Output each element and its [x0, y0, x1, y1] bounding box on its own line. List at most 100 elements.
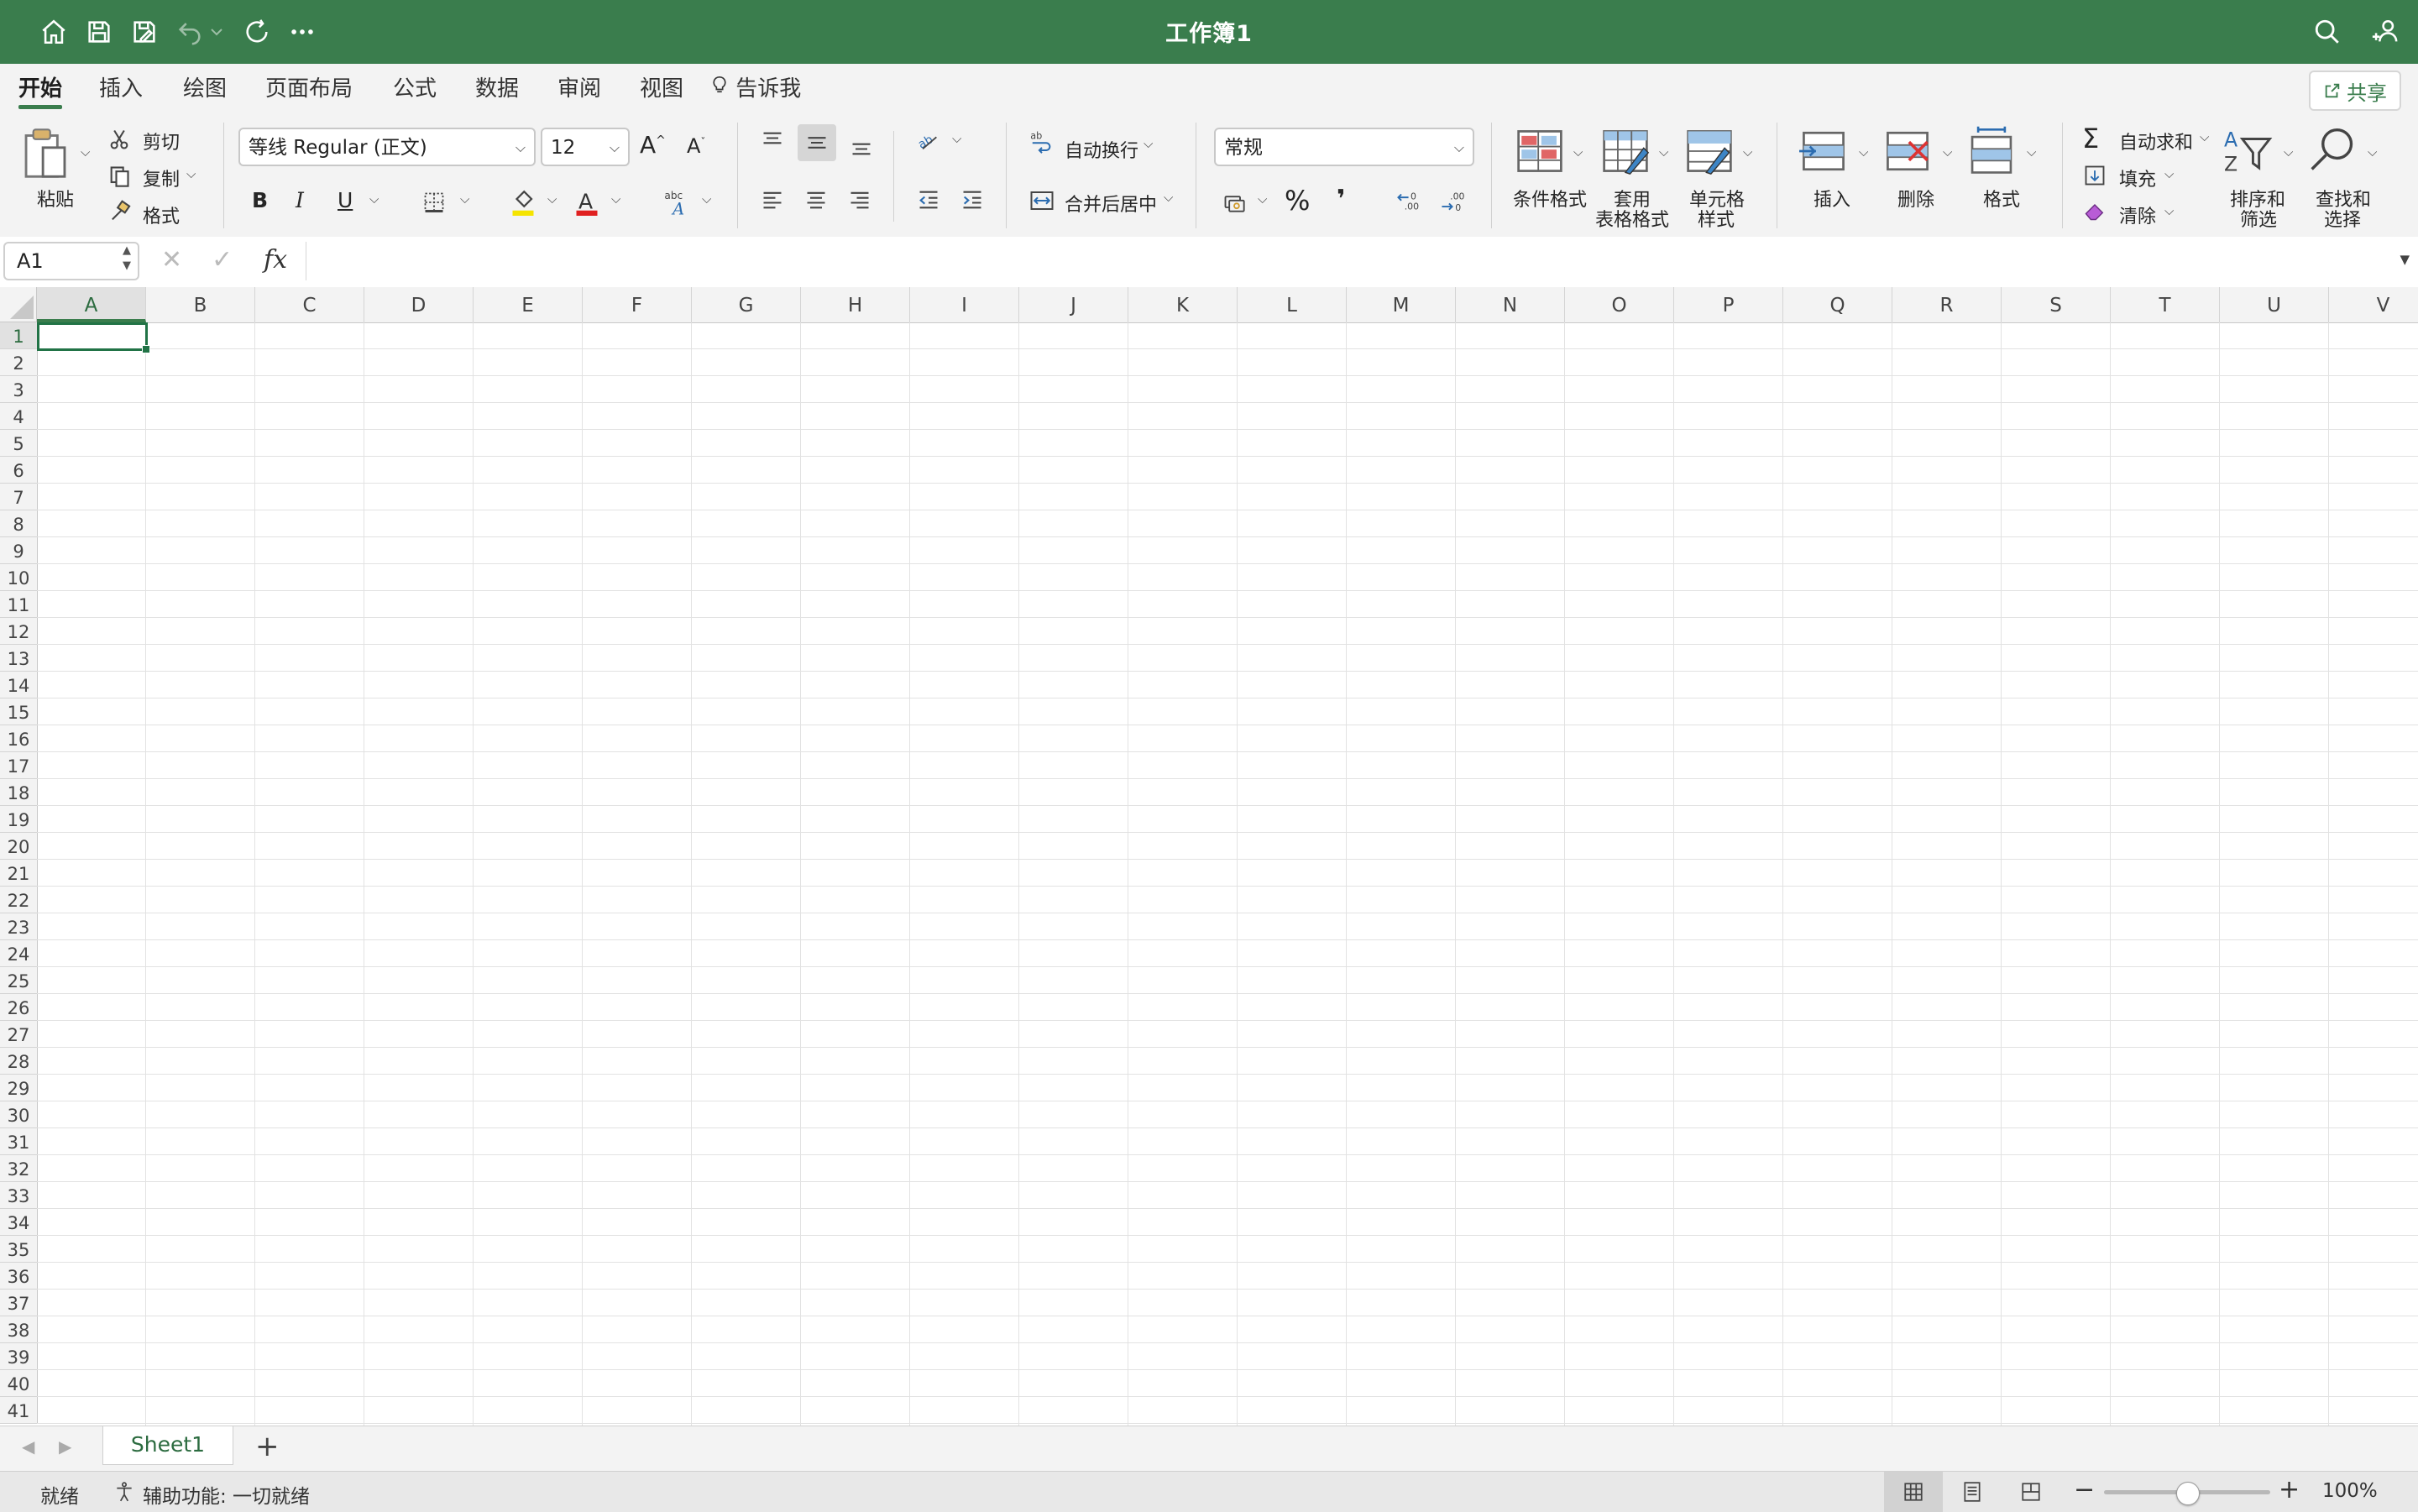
column-header-p[interactable]: P: [1674, 287, 1783, 322]
active-cell[interactable]: [37, 322, 150, 353]
sort-filter-dropdown-icon[interactable]: ⌵: [2284, 144, 2293, 160]
row-header-20[interactable]: 20: [0, 833, 37, 860]
format-cells-label[interactable]: 格式: [1983, 185, 2020, 212]
autosum-icon[interactable]: Σ: [2082, 123, 2099, 154]
column-header-d[interactable]: D: [364, 287, 474, 322]
column-header-t[interactable]: T: [2111, 287, 2220, 322]
page-layout-view-icon[interactable]: [1943, 1472, 2002, 1512]
row-header-16[interactable]: 16: [0, 725, 37, 752]
search-icon[interactable]: [2311, 15, 2344, 49]
font-color-icon[interactable]: A: [573, 186, 601, 220]
borders-dropdown-icon[interactable]: ⌵: [460, 191, 469, 207]
row-header-10[interactable]: 10: [0, 564, 37, 591]
row-header-40[interactable]: 40: [0, 1370, 37, 1397]
tab-formulas[interactable]: 公式: [393, 72, 437, 109]
row-header-31[interactable]: 31: [0, 1128, 37, 1155]
decrease-font-size-icon[interactable]: Aˇ: [687, 134, 705, 158]
zoom-out-button[interactable]: −: [2074, 1475, 2095, 1504]
name-box-stepper-icon[interactable]: ▲ ▼: [123, 243, 131, 274]
tell-me[interactable]: 告诉我: [710, 72, 801, 109]
fill-color-dropdown-icon[interactable]: ⌵: [547, 191, 557, 207]
fill-icon[interactable]: [2080, 161, 2109, 190]
row-header-25[interactable]: 25: [0, 967, 37, 994]
column-header-e[interactable]: E: [474, 287, 583, 322]
tab-home[interactable]: 开始: [18, 72, 63, 109]
underline-button[interactable]: U: [338, 188, 353, 212]
phonetic-icon[interactable]: abc A: [660, 186, 693, 220]
number-format-select[interactable]: 常规 ⌵: [1214, 128, 1474, 166]
format-painter-icon[interactable]: [104, 196, 134, 227]
page-break-view-icon[interactable]: [2002, 1472, 2060, 1512]
row-header-7[interactable]: 7: [0, 484, 37, 510]
enter-icon[interactable]: ✓: [212, 245, 233, 275]
merge-center-button[interactable]: 合并后居中: [1065, 190, 1157, 217]
row-header-2[interactable]: 2: [0, 349, 37, 376]
merge-center-icon[interactable]: [1026, 185, 1058, 217]
cancel-icon[interactable]: ✕: [161, 245, 182, 275]
expand-formula-bar-icon[interactable]: ▼: [2400, 252, 2410, 267]
row-header-35[interactable]: 35: [0, 1236, 37, 1263]
font-name-select[interactable]: 等线 Regular (正文) ⌵: [238, 128, 536, 166]
orientation-icon[interactable]: ab: [913, 126, 944, 156]
font-color-dropdown-icon[interactable]: ⌵: [611, 191, 620, 207]
decrease-indent-icon[interactable]: [913, 185, 944, 215]
format-cells-icon[interactable]: [1965, 124, 2018, 176]
tab-view[interactable]: 视图: [640, 72, 683, 109]
conditional-formatting-dropdown-icon[interactable]: ⌵: [1573, 144, 1583, 160]
accessibility-icon[interactable]: [111, 1478, 138, 1505]
sheet-tab-sheet1[interactable]: Sheet1: [102, 1426, 233, 1465]
align-center-icon[interactable]: [801, 185, 831, 215]
row-header-34[interactable]: 34: [0, 1209, 37, 1236]
sort-filter-label-2[interactable]: 筛选: [2240, 205, 2277, 232]
select-all-corner[interactable]: [0, 287, 37, 322]
merge-center-dropdown-icon[interactable]: ⌵: [1164, 190, 1173, 205]
paste-button[interactable]: [20, 124, 71, 183]
align-right-icon[interactable]: [845, 185, 875, 215]
clear-dropdown-icon[interactable]: ⌵: [2164, 203, 2174, 218]
wrap-text-button[interactable]: 自动换行: [1065, 136, 1138, 163]
row-header-29[interactable]: 29: [0, 1075, 37, 1101]
column-header-s[interactable]: S: [2002, 287, 2111, 322]
insert-cells-label[interactable]: 插入: [1814, 185, 1850, 212]
row-header-12[interactable]: 12: [0, 618, 37, 645]
row-header-21[interactable]: 21: [0, 860, 37, 887]
column-header-v[interactable]: V: [2329, 287, 2418, 322]
row-header-9[interactable]: 9: [0, 537, 37, 564]
row-header-27[interactable]: 27: [0, 1021, 37, 1048]
format-as-table-label-2[interactable]: 表格格式: [1595, 205, 1669, 232]
autosum-label[interactable]: 自动求和: [2119, 128, 2193, 154]
insert-cells-dropdown-icon[interactable]: ⌵: [1859, 144, 1868, 160]
currency-icon[interactable]: [1219, 186, 1249, 217]
row-header-38[interactable]: 38: [0, 1316, 37, 1343]
row-header-19[interactable]: 19: [0, 806, 37, 833]
row-header-26[interactable]: 26: [0, 994, 37, 1021]
row-header-39[interactable]: 39: [0, 1343, 37, 1370]
fill-label[interactable]: 填充: [2119, 165, 2156, 191]
paste-dropdown-icon[interactable]: ⌵: [81, 144, 90, 160]
row-header-15[interactable]: 15: [0, 698, 37, 725]
decrease-decimal-icon[interactable]: .00 0: [1437, 186, 1471, 217]
row-header-30[interactable]: 30: [0, 1101, 37, 1128]
delete-cells-icon[interactable]: [1881, 126, 1934, 176]
row-header-11[interactable]: 11: [0, 591, 37, 618]
align-middle-icon[interactable]: [798, 124, 836, 161]
row-header-28[interactable]: 28: [0, 1048, 37, 1075]
row-header-1[interactable]: 1: [0, 322, 37, 349]
conditional-formatting-icon[interactable]: [1515, 126, 1565, 176]
tab-review[interactable]: 审阅: [557, 72, 601, 109]
column-header-a[interactable]: A: [37, 287, 146, 322]
fill-dropdown-icon[interactable]: ⌵: [2164, 166, 2174, 181]
column-header-f[interactable]: F: [583, 287, 692, 322]
borders-icon[interactable]: [420, 188, 448, 217]
account-icon[interactable]: [2368, 15, 2401, 49]
eraser-icon[interactable]: [2080, 196, 2109, 225]
copy-dropdown-icon[interactable]: ⌵: [186, 166, 196, 181]
insert-function-button[interactable]: fx: [264, 245, 287, 275]
format-as-table-icon[interactable]: [1600, 126, 1651, 176]
comma-style-button[interactable]: ❜: [1337, 185, 1345, 214]
increase-font-size-icon[interactable]: A^: [640, 131, 666, 159]
scroll-sheets-right-icon[interactable]: ▶: [59, 1436, 71, 1457]
column-header-n[interactable]: N: [1456, 287, 1565, 322]
formula-input[interactable]: [306, 242, 2389, 280]
clear-label[interactable]: 清除: [2119, 201, 2156, 228]
